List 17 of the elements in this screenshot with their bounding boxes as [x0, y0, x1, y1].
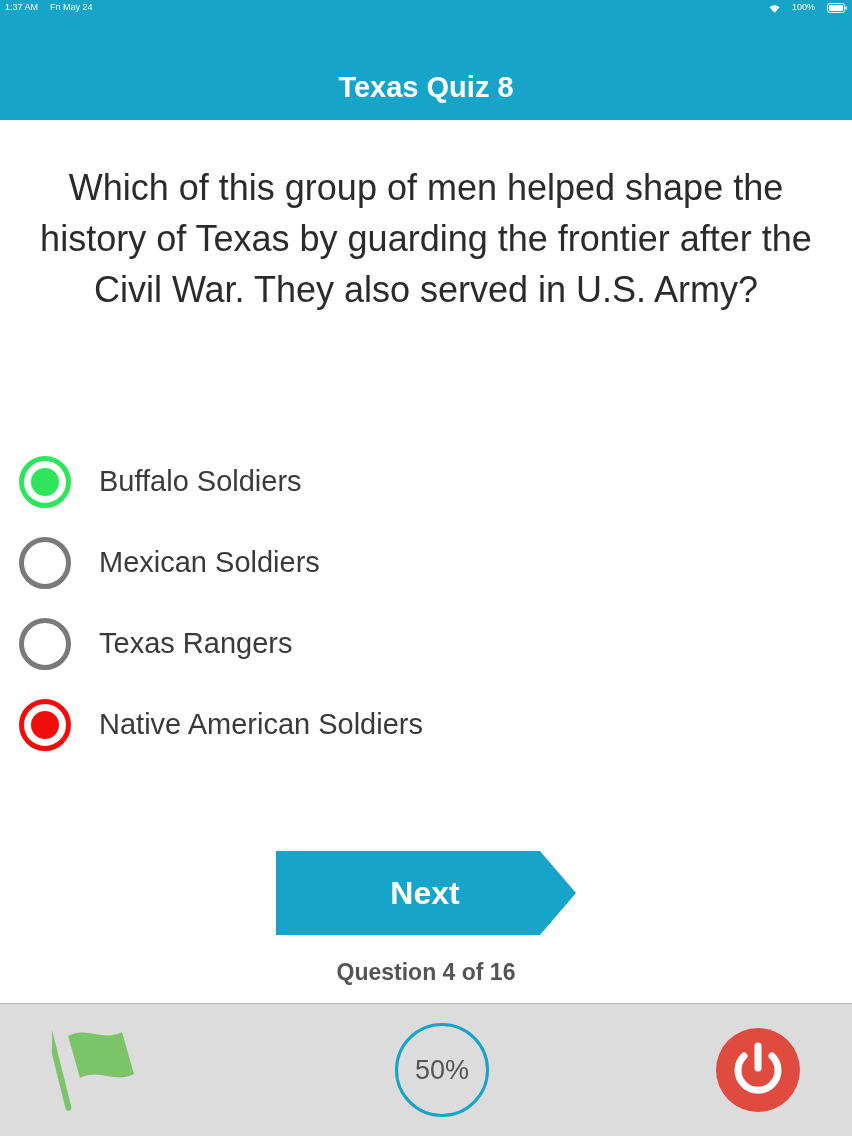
battery-icon [827, 3, 847, 13]
battery-percent: 100% [791, 1, 815, 15]
radio-button[interactable] [19, 618, 71, 670]
radio-button[interactable] [19, 456, 71, 508]
quiz-title: Texas Quiz 8 [338, 70, 514, 106]
question-text: Which of this group of men helped shape the history of Texas by guarding the frontier after the Civil War. They also served in U.S. Army? [39, 166, 813, 312]
answer-option[interactable]: Mexican Soldiers [99, 541, 320, 585]
status-date: Fri May 24 [50, 1, 93, 15]
question-counter: Question 4 of 16 [336, 958, 516, 987]
answer-option[interactable]: Buffalo Soldiers [99, 460, 302, 504]
power-icon[interactable] [716, 1028, 800, 1112]
radio-button[interactable] [19, 699, 71, 751]
wifi-icon [768, 3, 780, 13]
status-time: 1:37 AM [5, 1, 39, 15]
radio-button[interactable] [19, 537, 71, 589]
answer-option[interactable]: Texas Rangers [99, 622, 293, 666]
answer-option[interactable]: Native American Soldiers [99, 703, 423, 747]
